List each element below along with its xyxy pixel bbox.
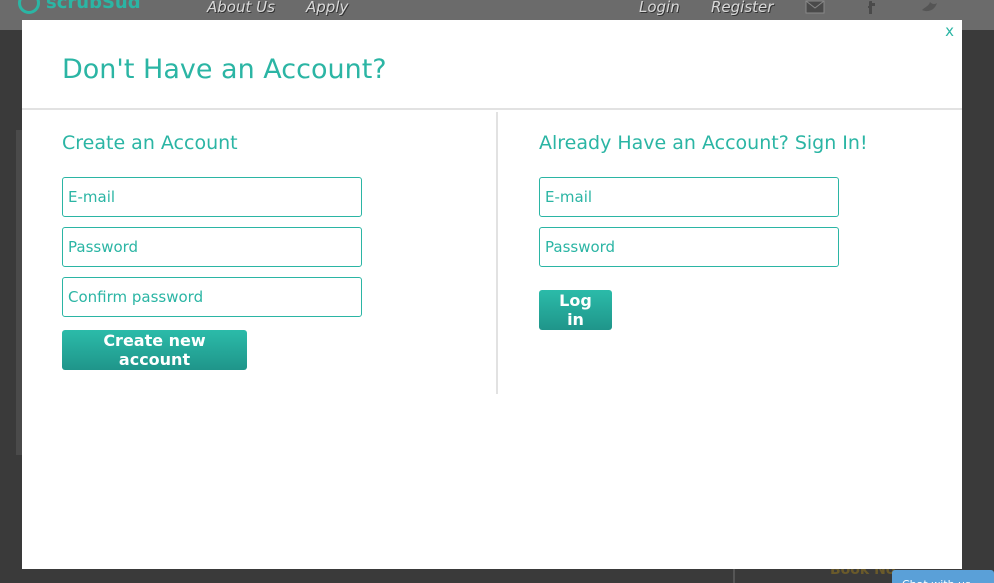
create-email-field[interactable] [62, 177, 362, 217]
log-in-button[interactable]: Log in [539, 290, 612, 330]
mail-icon[interactable] [805, 0, 825, 14]
nav-register[interactable]: Register [711, 0, 773, 16]
nav-login[interactable]: Login [639, 0, 680, 16]
create-account-heading: Create an Account [62, 132, 238, 154]
twitter-icon[interactable] [920, 0, 940, 14]
nav-apply[interactable]: Apply [306, 0, 348, 16]
signin-password-field[interactable] [539, 227, 839, 267]
signin-email-field[interactable] [539, 177, 839, 217]
magnifier-icon [18, 0, 40, 14]
logo-text: scrubSud [46, 0, 141, 13]
column-divider [496, 112, 498, 394]
account-modal: x Don't Have an Account? Create an Accou… [22, 20, 962, 569]
facebook-icon[interactable] [862, 0, 882, 14]
confirm-password-field[interactable] [62, 277, 362, 317]
title-divider [22, 108, 962, 110]
close-modal-button[interactable]: x [945, 22, 954, 40]
modal-title: Don't Have an Account? [62, 54, 387, 85]
sign-in-heading: Already Have an Account? Sign In! [539, 132, 868, 154]
chat-tab[interactable]: Chat with us [892, 570, 994, 583]
site-logo[interactable]: scrubSud [18, 0, 141, 14]
nav-about-us[interactable]: About Us [207, 0, 275, 16]
create-password-field[interactable] [62, 227, 362, 267]
create-account-button[interactable]: Create new account [62, 330, 247, 370]
